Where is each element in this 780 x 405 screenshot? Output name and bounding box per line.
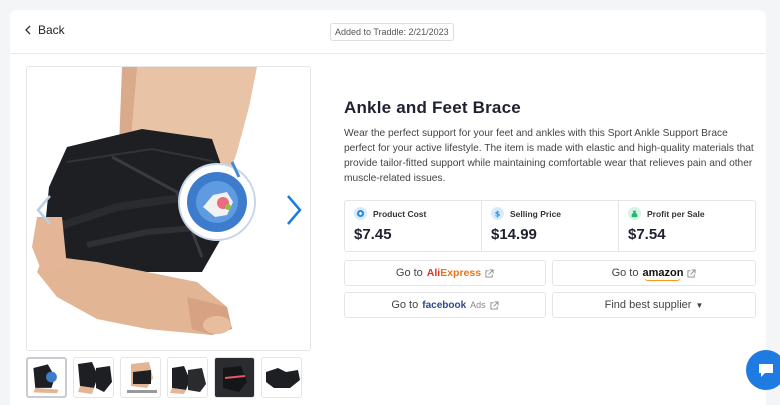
external-link-icon xyxy=(687,268,696,278)
go-to-amazon-button[interactable]: Go to amazon xyxy=(552,260,756,286)
facebook-ads-label: Ads xyxy=(470,300,486,310)
button-prefix: Go to xyxy=(395,267,423,279)
supplier-label: Find best supplier xyxy=(604,299,692,311)
metric-value: $7.54 xyxy=(628,226,666,243)
button-prefix: Go to xyxy=(391,299,419,311)
ankle-brace-image xyxy=(32,67,257,335)
back-button[interactable]: Back xyxy=(24,23,65,37)
amazon-logo: amazon xyxy=(642,267,684,281)
aliexpress-logo: AliExpress xyxy=(427,267,481,279)
metric-value: $14.99 xyxy=(491,226,537,243)
aliexpress-logo-rest: Express xyxy=(440,267,482,279)
thumbnail-strip xyxy=(26,357,302,398)
money-bag-icon xyxy=(628,207,641,220)
go-to-aliexpress-button[interactable]: Go to AliExpress xyxy=(344,260,546,286)
button-prefix: Go to xyxy=(611,267,639,279)
metric-selling-price: $ Selling Price $14.99 xyxy=(481,201,618,251)
back-label: Back xyxy=(38,23,65,37)
svg-text:$: $ xyxy=(495,209,501,218)
thumbnail-1[interactable] xyxy=(26,357,67,398)
metric-label: Selling Price xyxy=(510,208,562,219)
metric-label: Profit per Sale xyxy=(647,208,705,219)
metric-product-cost: Product Cost $7.45 xyxy=(345,201,481,251)
facebook-logo: facebook xyxy=(422,299,467,311)
thumbnail-6[interactable] xyxy=(261,357,302,398)
thumbnail-brace-image xyxy=(215,358,254,397)
thumbnail-brace-image xyxy=(33,364,59,394)
thumbnail-5[interactable] xyxy=(214,357,255,398)
thumbnail-4[interactable] xyxy=(167,357,208,398)
thumbnail-2[interactable] xyxy=(73,357,114,398)
product-main-image xyxy=(26,66,311,351)
dollar-tag-icon: $ xyxy=(491,207,504,220)
caret-down-icon: ▼ xyxy=(695,300,704,310)
thumbnail-brace-image xyxy=(78,362,112,394)
find-best-supplier-dropdown[interactable]: Find best supplier ▼ xyxy=(552,292,756,318)
top-bar: Back Added to Traddle: 2/21/2023 xyxy=(10,10,766,54)
product-description: Wear the perfect support for your feet a… xyxy=(344,128,754,184)
metric-label: Product Cost xyxy=(373,208,427,219)
metric-profit-per-sale: Profit per Sale $7.54 xyxy=(618,201,755,251)
product-card: Back Added to Traddle: 2/21/2023 Ankle a… xyxy=(10,10,766,405)
added-date-badge: Added to Traddle: 2/21/2023 xyxy=(330,23,454,41)
metrics-panel: Product Cost $7.45 $ Selling Price $14.9… xyxy=(344,200,756,252)
thumbnail-3[interactable] xyxy=(120,357,161,398)
chat-launcher-button[interactable] xyxy=(746,350,780,390)
thumbnail-brace-image xyxy=(266,368,300,388)
go-to-facebook-ads-button[interactable]: Go to facebook Ads xyxy=(344,292,546,318)
product-cost-icon xyxy=(354,207,367,220)
aliexpress-logo-first: Ali xyxy=(426,267,441,279)
previous-image-arrow[interactable] xyxy=(33,192,55,228)
external-link-icon xyxy=(490,300,499,310)
metric-value: $7.45 xyxy=(354,226,392,243)
next-image-arrow[interactable] xyxy=(283,192,305,228)
thumbnail-brace-image xyxy=(170,366,206,394)
chevron-left-icon xyxy=(25,25,31,35)
product-title: Ankle and Feet Brace xyxy=(344,98,521,117)
chat-bubble-icon xyxy=(759,364,773,377)
external-link-icon xyxy=(485,268,494,278)
thumbnail-brace-image xyxy=(127,362,157,393)
